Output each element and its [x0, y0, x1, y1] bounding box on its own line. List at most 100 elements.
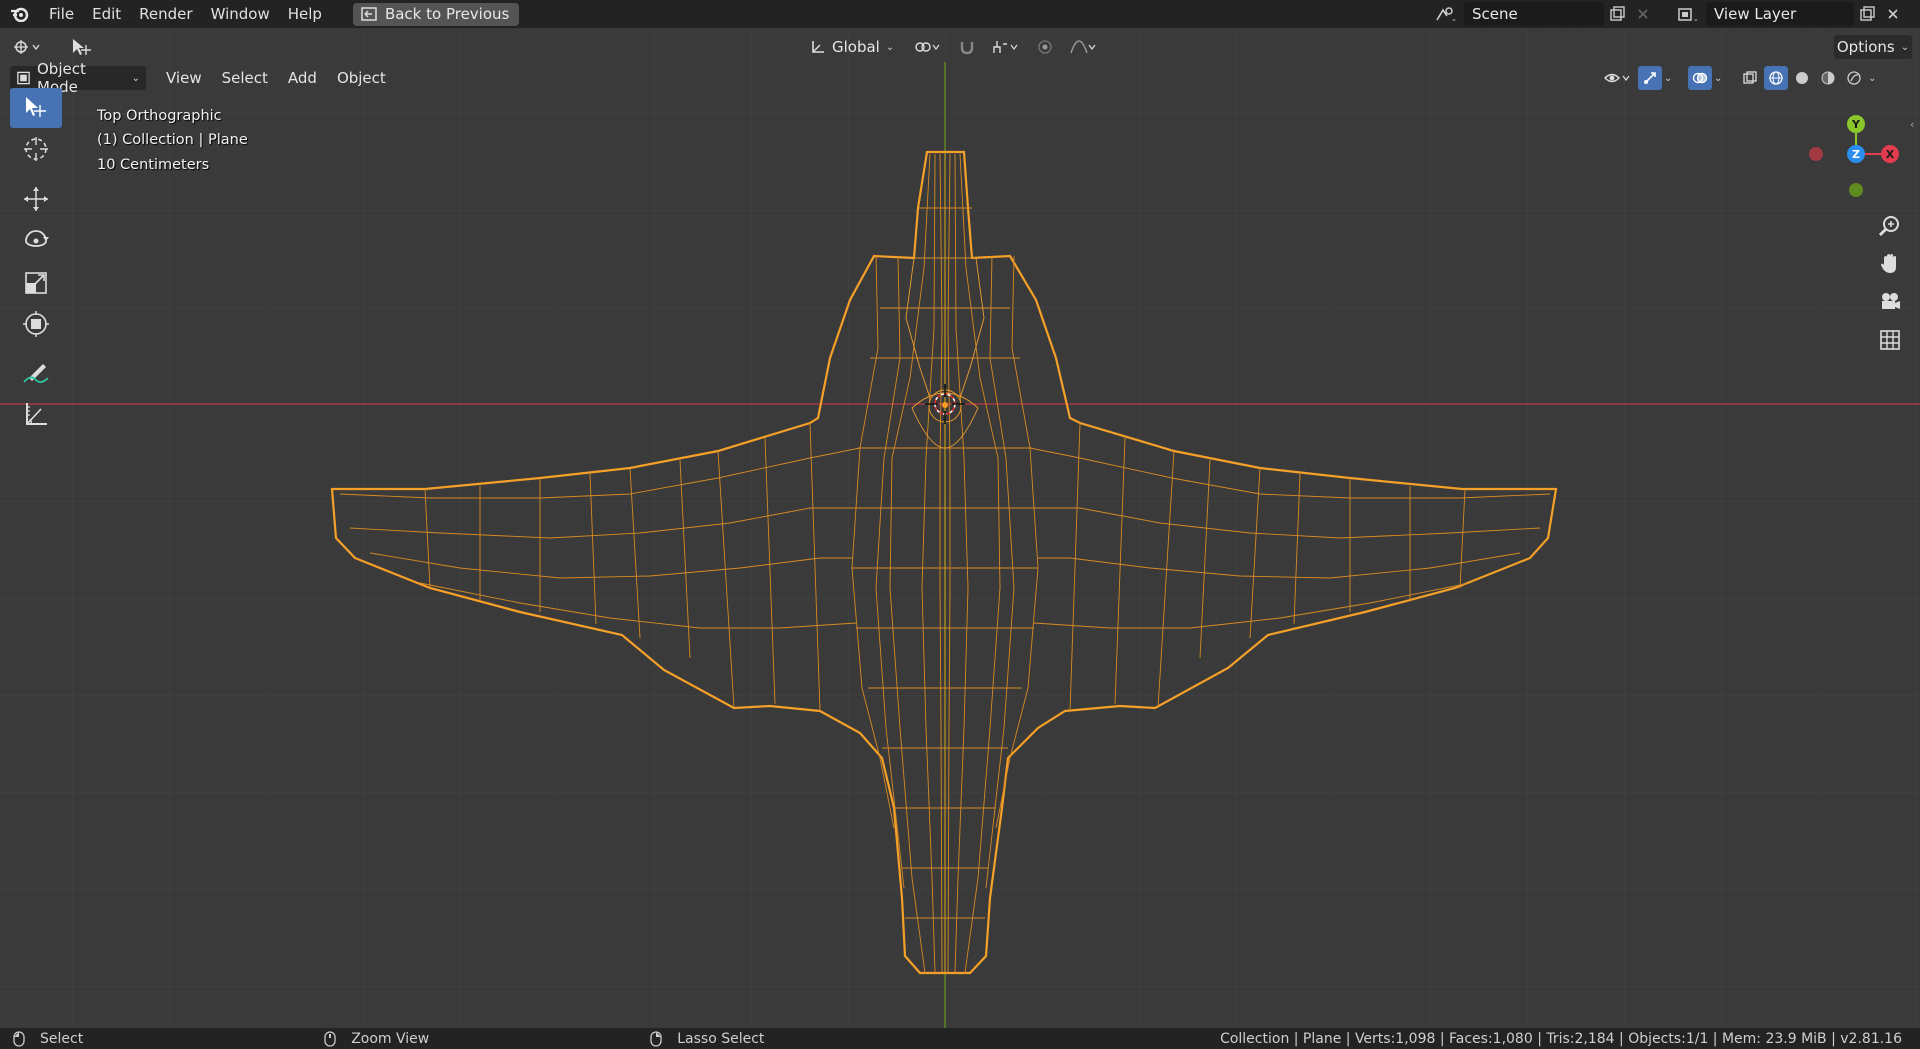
menu-render[interactable]: Render: [130, 0, 201, 28]
tool-settings-header: [8, 35, 94, 59]
gizmo-neg-y-axis[interactable]: [1849, 183, 1863, 197]
menu-object[interactable]: Object: [329, 66, 394, 90]
viewport-shading-header: ⌄ ⌄ ⌄: [1600, 66, 1882, 90]
scene-selector[interactable]: ⌄ Scene: [1428, 2, 1656, 26]
chevron-down-icon: ⌄: [1900, 41, 1910, 53]
svg-text:⌄: ⌄: [1451, 15, 1457, 22]
close-view-layer-icon[interactable]: [1880, 2, 1906, 26]
select-mode-icon[interactable]: [68, 35, 94, 59]
menu-add[interactable]: Add: [280, 66, 325, 90]
snap-toggle-icon[interactable]: [952, 35, 982, 59]
pivot-point-icon[interactable]: [910, 35, 946, 59]
transform-settings: Global ⌄: [804, 35, 1102, 59]
collection-info-label: (1) Collection | Plane: [97, 132, 248, 148]
measure-tool[interactable]: [10, 394, 62, 434]
overlays-chevron-icon[interactable]: ⌄: [1714, 73, 1728, 84]
gizmo-y-label: Y: [1851, 118, 1861, 131]
chevron-down-icon: ⌄: [885, 41, 895, 53]
status-zoom-view: Zoom View: [351, 1030, 430, 1047]
annotate-tool[interactable]: [10, 353, 62, 393]
transform-tool[interactable]: [10, 304, 62, 344]
transform-orientation-dropdown[interactable]: Global ⌄: [804, 35, 904, 59]
mouse-left-icon: [13, 1030, 25, 1047]
gizmo-neg-x-axis[interactable]: [1809, 147, 1823, 161]
options-dropdown[interactable]: Options ⌄: [1834, 35, 1912, 59]
annotate-icon: [23, 364, 49, 383]
navigation-gizmo[interactable]: Y X Z: [1800, 106, 1920, 206]
options-area: Options ⌄: [1834, 35, 1912, 59]
menu-select[interactable]: Select: [214, 66, 276, 90]
gizmo-chevron-icon[interactable]: ⌄: [1664, 73, 1678, 84]
rotate-tool[interactable]: [10, 221, 62, 261]
select-box-icon: [26, 97, 46, 117]
material-shading-icon[interactable]: [1816, 66, 1840, 90]
scene-name-field[interactable]: Scene: [1464, 2, 1604, 26]
cursor-tool[interactable]: [10, 129, 62, 169]
grid-scale-label: 10 Centimeters: [97, 157, 210, 173]
status-lasso-select: Lasso Select: [677, 1030, 765, 1047]
overlays-toggle-icon[interactable]: [1688, 66, 1712, 90]
snap-element-icon[interactable]: [988, 35, 1024, 59]
zoom-icon: [1878, 216, 1899, 237]
status-select: Select: [40, 1030, 84, 1047]
close-scene-icon[interactable]: [1630, 2, 1656, 26]
transform-orientation-label: Global: [832, 38, 880, 56]
pan-button[interactable]: [1874, 248, 1906, 280]
gizmo-x-label: X: [1886, 148, 1895, 161]
options-label: Options: [1836, 38, 1895, 56]
new-scene-icon[interactable]: [1604, 2, 1630, 26]
3d-viewport[interactable]: Global ⌄ Options ⌄ Object Mode ⌄ View Se…: [0, 28, 1920, 1028]
menu-window[interactable]: Window: [202, 0, 279, 28]
orientation-icon: [812, 41, 824, 53]
solid-shading-icon[interactable]: [1790, 66, 1814, 90]
object-mode-dropdown[interactable]: Object Mode ⌄: [10, 60, 146, 96]
top-bar: File Edit Render Window Help Back to Pre…: [0, 0, 1920, 28]
xray-toggle-icon[interactable]: [1738, 66, 1762, 90]
mouse-right-icon: [650, 1030, 662, 1047]
scene-statistics: Collection | Plane | Verts:1,098 | Faces…: [1220, 1030, 1902, 1047]
view-name-label: Top Orthographic: [97, 108, 222, 124]
menu-file[interactable]: File: [40, 0, 83, 28]
editor-type-icon[interactable]: [8, 35, 48, 59]
viewport-grid: [0, 28, 1920, 1028]
gizmo-toggle-icon[interactable]: [1638, 66, 1662, 90]
svg-text:⌄: ⌄: [1693, 15, 1699, 22]
select-box-tool[interactable]: [10, 88, 62, 128]
move-tool[interactable]: [10, 179, 62, 219]
back-to-previous-label: Back to Previous: [384, 5, 510, 23]
new-view-layer-icon[interactable]: [1854, 2, 1880, 26]
shading-chevron-icon[interactable]: ⌄: [1868, 73, 1882, 84]
camera-icon: [1882, 293, 1900, 309]
rendered-shading-icon[interactable]: [1842, 66, 1866, 90]
scene-icon[interactable]: ⌄: [1428, 2, 1464, 26]
mouse-middle-icon: [324, 1030, 336, 1047]
rotate-icon: [25, 230, 49, 247]
menu-help[interactable]: Help: [279, 0, 331, 28]
back-icon: [361, 7, 377, 21]
scale-tool[interactable]: [10, 263, 62, 303]
chevron-down-icon: ⌄: [131, 72, 140, 84]
view-layer-name-field[interactable]: View Layer: [1706, 2, 1854, 26]
falloff-icon[interactable]: [1066, 35, 1102, 59]
proportional-edit-icon[interactable]: [1030, 35, 1060, 59]
transform-icon: [23, 311, 49, 337]
menu-edit[interactable]: Edit: [83, 0, 130, 28]
ortho-toggle-button[interactable]: [1874, 324, 1906, 356]
hand-pan-icon: [1881, 254, 1896, 273]
view-layer-selector[interactable]: ⌄ View Layer: [1670, 2, 1906, 26]
wireframe-shading-icon[interactable]: [1764, 66, 1788, 90]
visibility-eye-icon[interactable]: [1600, 66, 1636, 90]
back-to-previous-button[interactable]: Back to Previous: [352, 2, 520, 26]
status-bar: Select Zoom View Lasso Select Collection…: [0, 1028, 1920, 1049]
blender-logo-icon[interactable]: [0, 0, 40, 28]
grid-icon: [1880, 330, 1900, 350]
camera-view-button[interactable]: [1874, 286, 1906, 318]
viewport-header: Object Mode ⌄ View Select Add Object: [10, 60, 394, 96]
gizmo-z-label: Z: [1852, 148, 1860, 161]
sidebar-toggle-icon[interactable]: ‹: [1910, 118, 1914, 131]
menu-view[interactable]: View: [158, 66, 210, 90]
zoom-button[interactable]: [1874, 210, 1906, 242]
cursor-icon: [24, 137, 48, 161]
view-layer-icon[interactable]: ⌄: [1670, 2, 1706, 26]
measure-icon: [26, 403, 47, 425]
